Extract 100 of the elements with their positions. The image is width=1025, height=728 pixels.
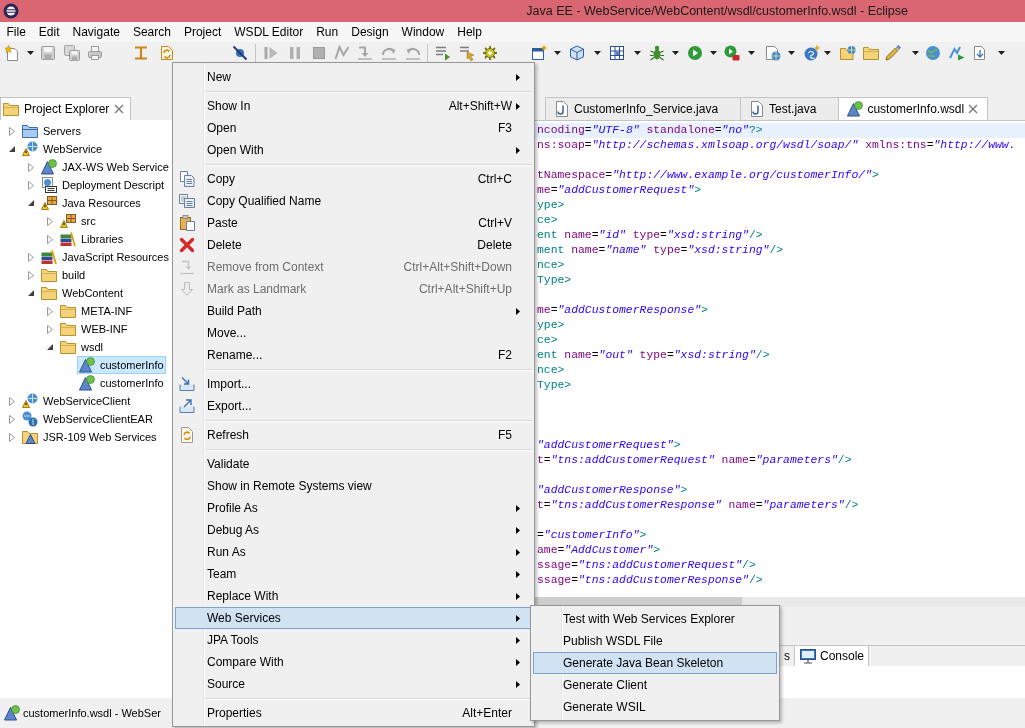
menu-bar-item[interactable]: Search xyxy=(126,22,178,42)
page-arrow-icon[interactable] xyxy=(972,45,988,61)
window-plus-icon[interactable] xyxy=(531,45,547,61)
close-icon[interactable] xyxy=(968,104,979,114)
step-over-icon[interactable] xyxy=(381,45,397,61)
save-icon[interactable] xyxy=(40,45,56,61)
menu-item[interactable]: Test with Web Services Explorer xyxy=(533,608,777,630)
menu-item[interactable]: Paste Ctrl+V xyxy=(175,212,532,234)
caret-down-icon[interactable] xyxy=(28,200,34,206)
caret-right-icon[interactable] xyxy=(47,234,53,244)
caret-down-icon[interactable] xyxy=(28,290,34,296)
grid-icon[interactable] xyxy=(609,45,625,61)
page-arrows-icon[interactable] xyxy=(159,45,175,61)
folder-icon[interactable] xyxy=(863,45,879,61)
tree-item[interactable]: WebContent xyxy=(39,284,125,302)
caret-right-icon[interactable] xyxy=(9,396,15,406)
globe-icon[interactable] xyxy=(925,45,941,61)
caret-icon[interactable] xyxy=(27,51,34,55)
menu-bar-item[interactable]: Project xyxy=(177,22,228,42)
globe-page-icon[interactable] xyxy=(765,45,781,61)
menu-item[interactable]: Move... xyxy=(175,322,532,344)
caret-right-icon[interactable] xyxy=(47,324,53,334)
menu-bar-item[interactable]: Run xyxy=(309,22,345,42)
panel-tab[interactable]: Console xyxy=(795,646,870,666)
caret-icon[interactable] xyxy=(634,51,641,55)
menu-bar-item[interactable]: Edit xyxy=(32,22,67,42)
menu-item[interactable]: New xyxy=(175,66,532,88)
tree-item[interactable]: customerInfo xyxy=(77,356,166,374)
i-beam-icon[interactable] xyxy=(133,45,149,61)
tree-item[interactable]: META-INF xyxy=(58,302,135,320)
menu-item[interactable]: Publish WSDL File xyxy=(533,630,777,652)
new-file-icon[interactable] xyxy=(4,45,20,61)
menu-item[interactable]: Generate Java Bean Skeleton xyxy=(533,652,777,674)
menu-item[interactable]: Validate xyxy=(175,453,532,475)
horizontal-scrollbar[interactable] xyxy=(535,597,1025,607)
tree-item[interactable]: Deployment Descript xyxy=(39,176,167,194)
caret-down-icon[interactable] xyxy=(9,146,15,152)
menu-item[interactable]: Debug As xyxy=(175,519,532,541)
save-all-icon[interactable] xyxy=(64,45,80,61)
caret-icon[interactable] xyxy=(912,51,919,55)
pause-icon[interactable] xyxy=(287,45,303,61)
tree-item[interactable]: WebServiceClient xyxy=(20,392,133,410)
menu-bar-item[interactable]: Window xyxy=(395,22,451,42)
menu-item[interactable]: Web Services xyxy=(175,607,532,629)
menu-item[interactable]: Replace With xyxy=(175,585,532,607)
tree-item[interactable]: Servers xyxy=(20,122,83,140)
pencil-icon[interactable] xyxy=(885,45,901,61)
menu-item[interactable]: Delete Delete xyxy=(175,234,532,256)
menu-item[interactable]: Run As xyxy=(175,541,532,563)
step-return-icon[interactable] xyxy=(405,45,421,61)
play-circle-icon[interactable] xyxy=(687,45,703,61)
menu-item[interactable]: Open With xyxy=(175,139,532,161)
menu-bar-item[interactable]: Design xyxy=(344,22,396,42)
menu-item[interactable]: Copy Qualified Name xyxy=(175,190,532,212)
menu-item[interactable]: Refresh F5 xyxy=(175,424,532,446)
printer-icon[interactable] xyxy=(87,45,103,61)
menu-item[interactable]: Team xyxy=(175,563,532,585)
menu-item[interactable]: Generate WSIL xyxy=(533,696,777,718)
tree-item[interactable]: customerInfo xyxy=(77,374,166,392)
menu-item[interactable]: Generate Client xyxy=(533,674,777,696)
menu-item[interactable]: Profile As xyxy=(175,497,532,519)
play-bar-icon[interactable] xyxy=(263,45,279,61)
menu-item[interactable]: Properties Alt+Enter xyxy=(175,702,532,724)
caret-icon[interactable] xyxy=(710,51,717,55)
tree-item[interactable]: JavaScript Resources xyxy=(39,248,171,266)
tree-item[interactable]: JAX-WS Web Service xyxy=(39,158,171,176)
folder-globe-icon[interactable] xyxy=(840,45,856,61)
caret-right-icon[interactable] xyxy=(28,162,34,172)
menu-item[interactable]: Compare With xyxy=(175,651,532,673)
tree-item[interactable]: WEB-INF xyxy=(58,320,130,338)
tree-item[interactable]: src xyxy=(58,212,98,230)
list-cursor-icon[interactable] xyxy=(459,45,475,61)
menu-item[interactable]: Copy Ctrl+C xyxy=(175,168,532,190)
caret-right-icon[interactable] xyxy=(28,270,34,280)
tree-item[interactable]: Java Resources xyxy=(39,194,143,212)
editor-tab[interactable]: Test.java xyxy=(741,97,840,120)
menu-item[interactable]: Export... xyxy=(175,395,532,417)
caret-right-icon[interactable] xyxy=(9,414,15,424)
caret-right-icon[interactable] xyxy=(28,180,34,190)
caret-icon[interactable] xyxy=(554,51,561,55)
menu-item[interactable]: Build Path xyxy=(175,300,532,322)
caret-icon[interactable] xyxy=(672,51,679,55)
play-toolbox-icon[interactable] xyxy=(724,45,740,61)
tree-item[interactable]: Libraries xyxy=(58,230,126,248)
sphere-plus-icon[interactable] xyxy=(804,45,820,61)
editor-tab[interactable]: customerInfo.wsdl xyxy=(839,97,989,120)
menu-bar-item[interactable]: Navigate xyxy=(66,22,127,42)
menu-item[interactable]: Import... xyxy=(175,373,532,395)
caret-right-icon[interactable] xyxy=(47,306,53,316)
menu-item[interactable]: Show In Alt+Shift+W xyxy=(175,95,532,117)
caret-down-icon[interactable] xyxy=(47,344,53,350)
caret-right-icon[interactable] xyxy=(47,216,53,226)
zigzag-icon[interactable] xyxy=(334,45,350,61)
tree-item[interactable]: WebService xyxy=(20,140,105,158)
gear-icon[interactable] xyxy=(482,45,498,61)
tree-item[interactable]: JSR-109 Web Services xyxy=(20,428,159,446)
caret-right-icon[interactable] xyxy=(28,252,34,262)
cube-icon[interactable] xyxy=(569,45,585,61)
tree-item[interactable]: WebServiceClientEAR xyxy=(20,410,155,428)
stop-icon[interactable] xyxy=(311,45,327,61)
